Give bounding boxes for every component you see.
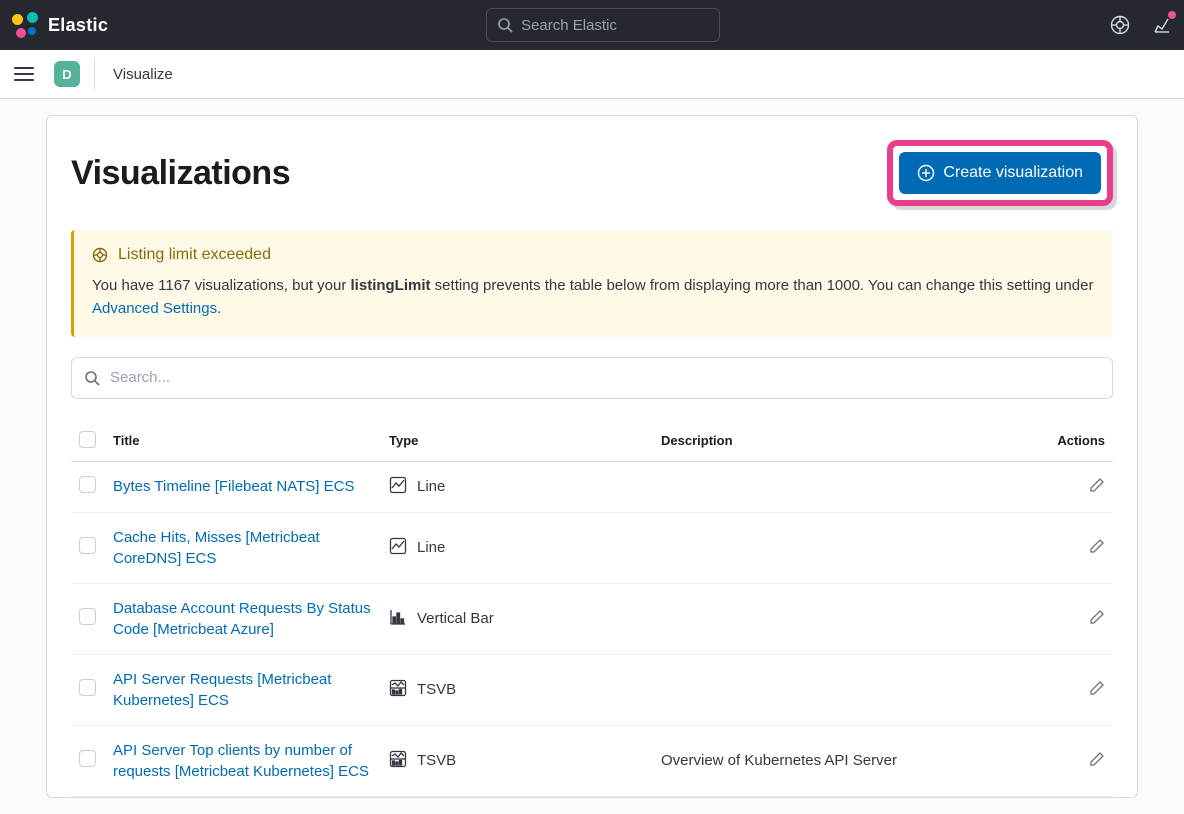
visualizations-panel: Visualizations Create visualization List… xyxy=(46,115,1138,798)
edit-icon[interactable] xyxy=(1089,480,1105,497)
divider xyxy=(94,59,95,89)
plus-circle-icon xyxy=(917,164,935,182)
visualization-description xyxy=(653,583,1049,654)
vis-type-icon xyxy=(389,679,407,701)
visualization-link[interactable]: API Server Requests [Metricbeat Kubernet… xyxy=(113,669,373,711)
visualization-link[interactable]: Database Account Requests By Status Code… xyxy=(113,598,373,640)
vis-type-label: Line xyxy=(417,539,445,556)
vis-type-icon xyxy=(389,537,407,559)
column-description[interactable]: Description xyxy=(653,421,1049,462)
page-title: Visualizations xyxy=(71,154,290,193)
edit-icon[interactable] xyxy=(1089,612,1105,629)
create-visualization-highlight: Create visualization xyxy=(887,140,1113,206)
column-title[interactable]: Title xyxy=(105,421,381,462)
list-search[interactable] xyxy=(71,357,1113,399)
vis-type-label: TSVB xyxy=(417,752,456,769)
warning-icon xyxy=(92,247,108,263)
vis-type-label: Vertical Bar xyxy=(417,610,494,627)
table-row: Cache Hits, Misses [Metricbeat CoreDNS] … xyxy=(71,512,1113,583)
table-row: API Server Top clients by number of requ… xyxy=(71,725,1113,796)
global-search[interactable]: Search Elastic xyxy=(486,8,720,42)
select-all-checkbox[interactable] xyxy=(79,431,96,448)
row-checkbox[interactable] xyxy=(79,750,96,767)
vis-type-label: TSVB xyxy=(417,681,456,698)
callout-bold: listingLimit xyxy=(351,277,431,294)
search-icon xyxy=(497,17,513,33)
global-header: Elastic Search Elastic xyxy=(0,0,1184,50)
visualization-description xyxy=(653,512,1049,583)
nav-toggle-icon[interactable] xyxy=(14,67,34,81)
vis-type-label: Line xyxy=(417,478,445,495)
table-row: Bytes Timeline [Filebeat NATS] ECS Line xyxy=(71,461,1113,512)
column-type[interactable]: Type xyxy=(381,421,653,462)
row-checkbox[interactable] xyxy=(79,537,96,554)
table-row: API Server Requests [Metricbeat Kubernet… xyxy=(71,654,1113,725)
visualization-description xyxy=(653,654,1049,725)
edit-icon[interactable] xyxy=(1089,541,1105,558)
create-visualization-button[interactable]: Create visualization xyxy=(899,152,1101,194)
listing-limit-callout: Listing limit exceeded You have 1167 vis… xyxy=(71,230,1113,337)
vis-type-icon xyxy=(389,750,407,772)
global-search-placeholder: Search Elastic xyxy=(521,17,617,34)
breadcrumb[interactable]: Visualize xyxy=(113,66,173,83)
column-actions: Actions xyxy=(1049,421,1113,462)
visualizations-table: Title Type Description Actions Bytes Tim… xyxy=(71,421,1113,797)
space-avatar[interactable]: D xyxy=(54,61,80,87)
row-checkbox[interactable] xyxy=(79,679,96,696)
vis-type-icon xyxy=(389,608,407,630)
callout-text: setting prevents the table below from di… xyxy=(431,277,1094,294)
search-icon xyxy=(84,370,100,386)
callout-text: You have 1167 visualizations, but your xyxy=(92,277,351,294)
table-row: Database Account Requests By Status Code… xyxy=(71,583,1113,654)
edit-icon[interactable] xyxy=(1089,683,1105,700)
help-icon[interactable] xyxy=(1110,15,1130,35)
app-header: D Visualize xyxy=(0,50,1184,99)
visualization-description: Overview of Kubernetes API Server xyxy=(653,725,1049,796)
brand-name: Elastic xyxy=(48,15,108,36)
callout-text: . xyxy=(217,300,221,317)
visualization-link[interactable]: Bytes Timeline [Filebeat NATS] ECS xyxy=(113,476,354,497)
create-visualization-label: Create visualization xyxy=(943,164,1083,182)
visualization-link[interactable]: API Server Top clients by number of requ… xyxy=(113,740,373,782)
newsfeed-icon[interactable] xyxy=(1152,15,1172,35)
row-checkbox[interactable] xyxy=(79,476,96,493)
advanced-settings-link[interactable]: Advanced Settings xyxy=(92,300,217,317)
edit-icon[interactable] xyxy=(1089,754,1105,771)
visualization-description xyxy=(653,461,1049,512)
notification-dot-icon xyxy=(1168,11,1176,19)
visualization-link[interactable]: Cache Hits, Misses [Metricbeat CoreDNS] … xyxy=(113,527,373,569)
row-checkbox[interactable] xyxy=(79,608,96,625)
elastic-logo-icon xyxy=(12,12,38,38)
list-search-input[interactable] xyxy=(110,369,1100,386)
vis-type-icon xyxy=(389,476,407,498)
callout-title: Listing limit exceeded xyxy=(118,246,271,264)
callout-body: You have 1167 visualizations, but your l… xyxy=(92,274,1095,321)
